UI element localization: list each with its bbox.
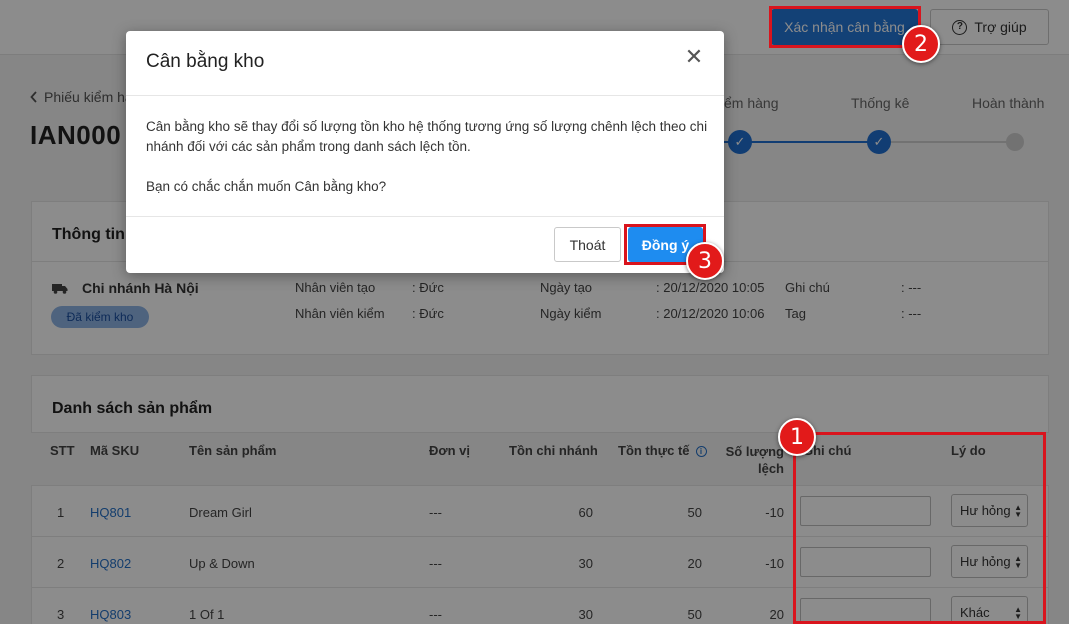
step-marker-3: 3 [686, 242, 724, 280]
close-icon[interactable]: ✕ [684, 46, 704, 68]
divider [126, 216, 724, 217]
highlight-frame-note-reason [793, 432, 1046, 624]
modal-question: Bạn có chắc chắn muốn Cân bằng kho? [146, 179, 387, 194]
step-marker-2: 2 [902, 25, 940, 63]
modal-title: Cân bằng kho [146, 51, 265, 72]
divider [126, 95, 724, 96]
highlight-frame-confirm [769, 6, 921, 48]
modal-message: Cân bằng kho sẽ thay đổi số lượng tồn kh… [146, 119, 708, 154]
modal-body: Cân bằng kho sẽ thay đổi số lượng tồn kh… [146, 117, 711, 197]
step-marker-1: 1 [778, 418, 816, 456]
cancel-button[interactable]: Thoát [554, 227, 621, 262]
